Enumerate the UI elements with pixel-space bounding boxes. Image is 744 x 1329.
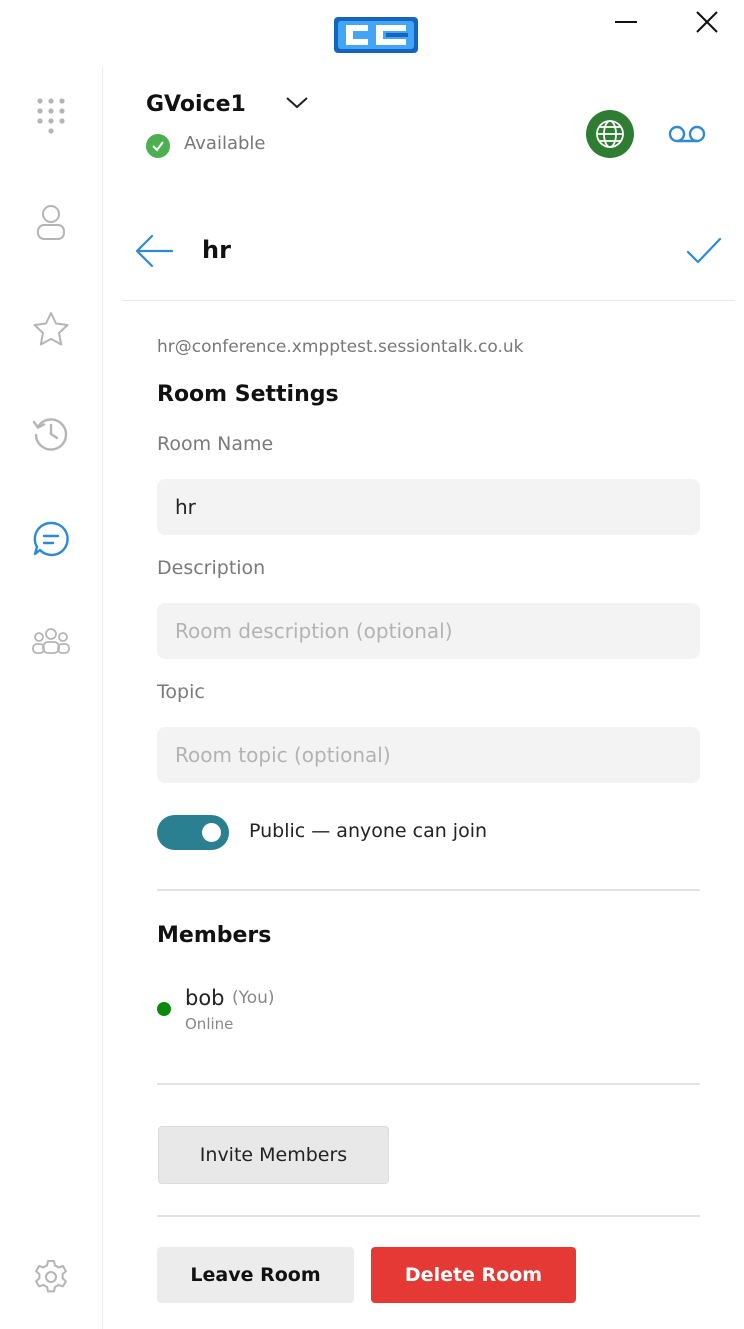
checkmark-icon[interactable] <box>684 234 724 268</box>
room-settings-heading: Room Settings <box>157 382 339 407</box>
history-icon[interactable] <box>27 409 75 457</box>
account-name[interactable]: GVoice1 <box>146 92 246 117</box>
divider <box>157 1215 700 1217</box>
public-toggle[interactable] <box>157 815 229 850</box>
description-label: Description <box>157 557 266 579</box>
member-you-tag: (You) <box>232 988 275 1008</box>
voicemail-icon <box>668 125 706 143</box>
room-name-label: Room Name <box>157 433 274 455</box>
invite-members-button[interactable]: Invite Members <box>158 1126 389 1184</box>
divider <box>157 1083 700 1085</box>
voicemail-button[interactable] <box>664 118 710 150</box>
contacts-icon[interactable] <box>27 199 75 247</box>
status-check-icon <box>146 134 170 158</box>
app-window: GVoice1 Available hr hr@conference.xmppt… <box>0 0 744 1329</box>
member-status: Online <box>185 1015 234 1033</box>
groups-icon[interactable] <box>27 619 75 667</box>
close-icon[interactable] <box>693 8 721 36</box>
minimize-icon[interactable] <box>612 8 640 36</box>
dialpad-icon[interactable] <box>27 93 75 141</box>
room-jid: hr@conference.xmpptest.sessiontalk.co.uk <box>157 337 524 357</box>
globe-button[interactable] <box>586 110 634 158</box>
room-title: hr <box>202 236 231 264</box>
leave-room-button[interactable]: Leave Room <box>157 1247 354 1303</box>
member-online-dot <box>157 1002 171 1016</box>
settings-icon[interactable] <box>27 1253 75 1301</box>
cc-logo-icon <box>334 17 418 53</box>
chat-icon[interactable] <box>27 515 75 563</box>
divider <box>157 889 700 891</box>
members-heading: Members <box>157 923 272 948</box>
favorites-icon[interactable] <box>27 305 75 353</box>
presence-status[interactable]: Available <box>184 133 265 154</box>
nav-rail <box>0 66 103 1329</box>
back-arrow-icon[interactable] <box>134 232 174 270</box>
member-name: bob <box>185 986 225 1010</box>
chevron-down-icon[interactable] <box>284 92 310 112</box>
toggle-knob <box>202 823 221 842</box>
public-toggle-label: Public — anyone can join <box>249 820 488 842</box>
description-input[interactable] <box>157 603 700 659</box>
room-name-input[interactable] <box>157 479 700 535</box>
header-divider <box>123 300 735 301</box>
delete-room-button[interactable]: Delete Room <box>371 1247 576 1303</box>
topic-label: Topic <box>157 681 205 703</box>
topic-input[interactable] <box>157 727 700 783</box>
globe-icon <box>596 120 624 148</box>
